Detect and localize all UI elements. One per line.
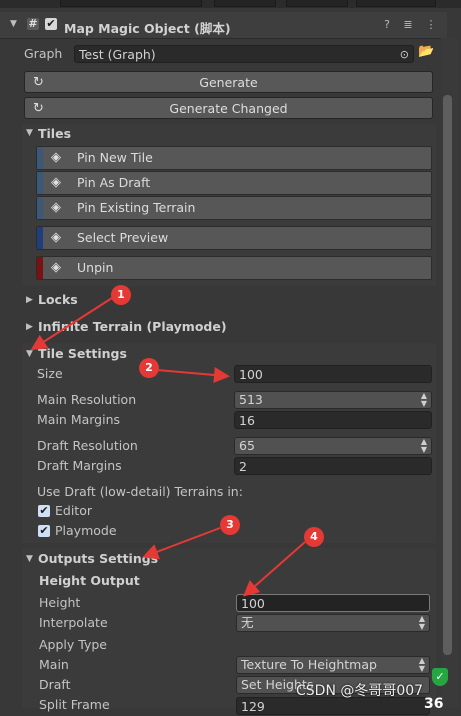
annotation-arrow-2	[156, 366, 230, 383]
annotation-badge-2: 2	[139, 358, 159, 378]
shield-check-icon: ✓	[432, 668, 448, 686]
watermark: CSDN @冬哥哥007	[296, 683, 424, 699]
annotation-arrows	[30, 297, 306, 597]
annotation-arrow-1	[30, 297, 113, 351]
annotation-badge-3: 3	[220, 515, 240, 535]
counter-text: 36	[424, 696, 444, 712]
annotation-arrow-4	[242, 541, 306, 597]
annotation-arrow-3	[142, 527, 221, 560]
annotation-badge-4: 4	[304, 527, 324, 547]
annotation-badge-1: 1	[111, 285, 131, 305]
